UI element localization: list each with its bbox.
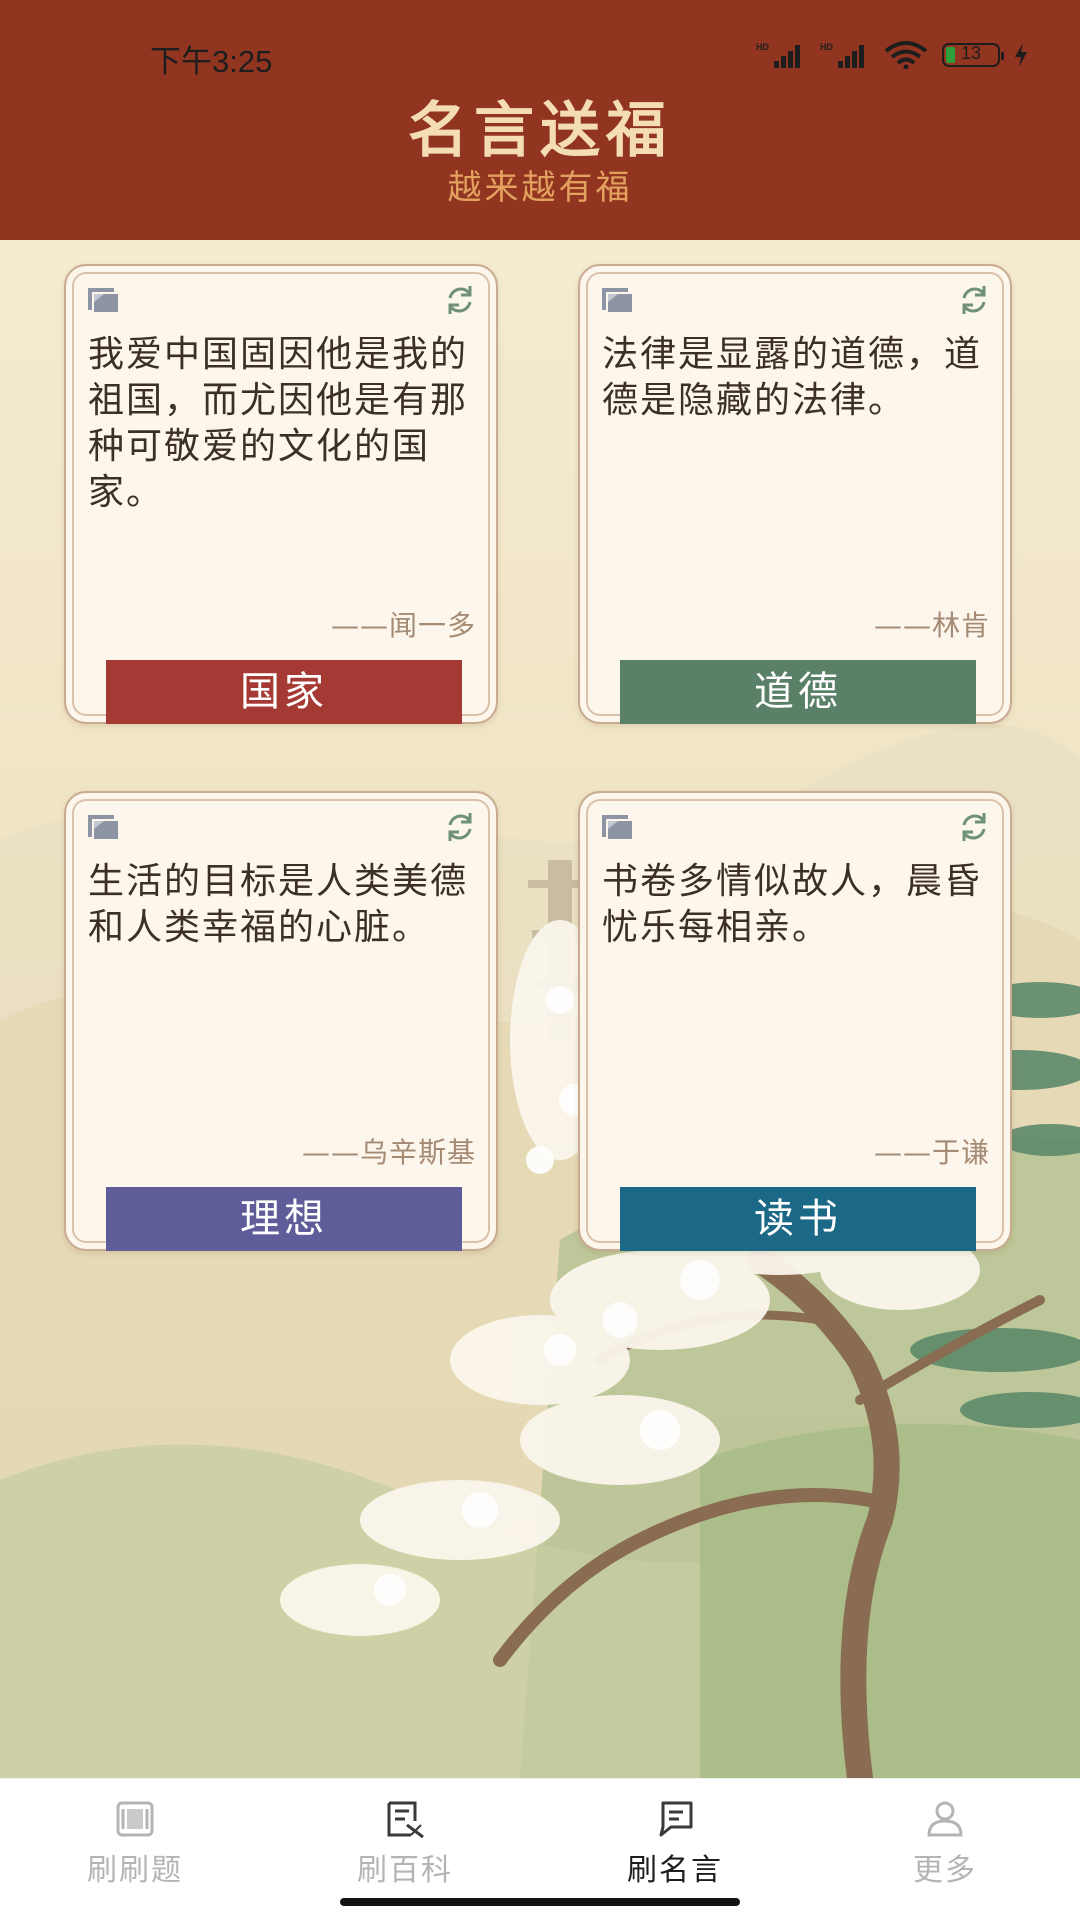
status-time: 下午3:25 [150, 44, 273, 79]
home-indicator[interactable] [340, 1898, 740, 1906]
encyclopedia-icon [387, 1801, 424, 1839]
svg-text:HD: HD [820, 42, 833, 52]
quote-card-2[interactable]: 法律是显露的道德，道德是隐藏的法律。 ——林肯 道德 [578, 264, 1012, 724]
charging-icon [1015, 43, 1027, 67]
nav-label: 刷百科 [357, 1853, 453, 1888]
quote-author: ——闻一多 [330, 609, 476, 642]
nav-label: 刷名言 [627, 1853, 723, 1888]
signal-icon-2: HD [820, 42, 864, 68]
quote-author: ——于谦 [873, 1136, 990, 1169]
refresh-icon[interactable] [956, 809, 992, 845]
category-tag-reading[interactable]: 读书 [620, 1187, 976, 1251]
copy-icon[interactable] [86, 813, 120, 841]
quote-text: 书卷多情似故人，晨昏忧乐每相亲。 [602, 861, 983, 948]
quote-card-3[interactable]: 生活的目标是人类美德和人类幸福的心脏。 ——乌辛斯基 理想 [64, 791, 498, 1251]
battery-level: 13 [960, 43, 982, 63]
page-title: 名言送福 [408, 96, 672, 166]
refresh-icon[interactable] [442, 282, 478, 318]
copy-icon[interactable] [600, 286, 634, 314]
category-tag-ideal[interactable]: 理想 [106, 1187, 462, 1251]
copy-icon[interactable] [600, 813, 634, 841]
nav-label: 刷刷题 [87, 1853, 183, 1888]
quote-card-4[interactable]: 书卷多情似故人，晨昏忧乐每相亲。 ——于谦 读书 [578, 791, 1012, 1251]
battery-icon: 13 [942, 43, 1004, 67]
refresh-icon[interactable] [442, 809, 478, 845]
nav-item-questions[interactable]: 刷刷题 [0, 1779, 270, 1921]
page-subtitle: 越来越有福 [447, 168, 633, 208]
category-tag-morality[interactable]: 道德 [620, 660, 976, 724]
quotes-icon [659, 1801, 693, 1837]
quote-card-1[interactable]: 我爱中国固因他是我的祖国，而尤因他是有那种可敬爱的文化的国家。 ——闻一多 国家 [64, 264, 498, 724]
copy-icon[interactable] [86, 286, 120, 314]
profile-icon [927, 1801, 963, 1837]
quote-text: 法律是显露的道德，道德是隐藏的法律。 [602, 334, 983, 421]
refresh-icon[interactable] [956, 282, 992, 318]
questions-icon [116, 1801, 154, 1837]
status-icons: HD HD 13 [756, 40, 1028, 70]
svg-text:HD: HD [756, 42, 769, 52]
signal-icon: HD [756, 42, 800, 68]
quote-author: ——乌辛斯基 [301, 1136, 476, 1169]
nav-item-more[interactable]: 更多 [810, 1779, 1080, 1921]
quote-text: 我爱中国固因他是我的祖国，而尤因他是有那种可敬爱的文化的国家。 [88, 334, 469, 513]
nav-label: 更多 [913, 1853, 977, 1888]
quote-text: 生活的目标是人类美德和人类幸福的心脏。 [88, 861, 469, 948]
category-tag-country[interactable]: 国家 [106, 660, 462, 724]
app-header: 下午3:25 HD HD 13 名言送福 越来越有福 [0, 0, 1080, 240]
wifi-icon [884, 41, 928, 69]
quote-author: ——林肯 [873, 609, 990, 642]
